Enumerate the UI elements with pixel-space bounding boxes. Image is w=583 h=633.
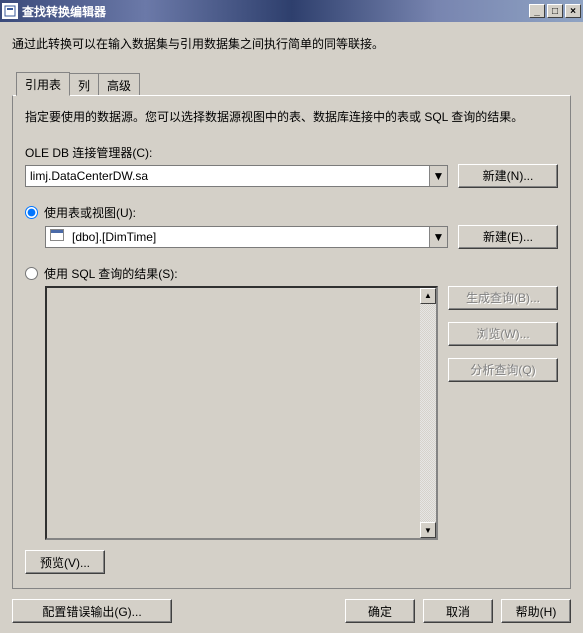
radio-use-sql[interactable]	[25, 267, 38, 280]
build-query-button: 生成查询(B)...	[448, 286, 558, 310]
new-connection-button[interactable]: 新建(N)...	[458, 164, 558, 188]
dialog-footer: 配置错误输出(G)... 确定 取消 帮助(H)	[12, 599, 571, 623]
configure-error-output-button[interactable]: 配置错误输出(G)...	[12, 599, 172, 623]
maximize-button[interactable]: □	[547, 4, 563, 18]
radio-use-sql-label: 使用 SQL 查询的结果(S):	[44, 265, 178, 282]
radio-use-table[interactable]	[25, 206, 38, 219]
dialog-description: 通过此转换可以在输入数据集与引用数据集之间执行简单的同等联接。	[12, 36, 571, 53]
page-intro: 指定要使用的数据源。您可以选择数据源视图中的表、数据库连接中的表或 SQL 查询…	[25, 108, 558, 126]
ok-button[interactable]: 确定	[345, 599, 415, 623]
table-or-view-combo[interactable]: [dbo].[DimTime] ▼	[45, 226, 448, 248]
titlebar: 查找转换编辑器 _ □ ×	[0, 0, 583, 22]
radio-use-table-label: 使用表或视图(U):	[44, 204, 136, 221]
help-button[interactable]: 帮助(H)	[501, 599, 571, 623]
minimize-button[interactable]: _	[529, 4, 545, 18]
browse-button: 浏览(W)...	[448, 322, 558, 346]
dropdown-icon: ▼	[429, 166, 447, 186]
tab-columns[interactable]: 列	[69, 73, 99, 96]
scroll-down-icon: ▼	[420, 522, 436, 538]
close-button[interactable]: ×	[565, 4, 581, 18]
scroll-up-icon: ▲	[420, 288, 436, 304]
preview-button[interactable]: 预览(V)...	[25, 550, 105, 574]
oledb-connection-combo[interactable]: limj.DataCenterDW.sa ▼	[25, 165, 448, 187]
dropdown-icon: ▼	[429, 227, 447, 247]
scrollbar: ▲ ▼	[420, 288, 436, 538]
tab-reference-table[interactable]: 引用表	[16, 72, 70, 96]
cancel-button[interactable]: 取消	[423, 599, 493, 623]
app-icon	[2, 3, 18, 19]
parse-query-button: 分析查询(Q)	[448, 358, 558, 382]
oledb-label: OLE DB 连接管理器(C):	[25, 144, 558, 161]
oledb-connection-value: limj.DataCenterDW.sa	[26, 169, 429, 183]
sql-query-textarea: ▲ ▼	[45, 286, 438, 540]
new-table-button[interactable]: 新建(E)...	[458, 225, 558, 249]
tab-advanced[interactable]: 高级	[98, 73, 140, 96]
tabstrip: 引用表 列 高级	[16, 71, 571, 95]
table-or-view-value: [dbo].[DimTime]	[46, 229, 429, 244]
table-icon	[50, 229, 64, 241]
window-title: 查找转换编辑器	[22, 3, 529, 20]
tab-page-reference: 指定要使用的数据源。您可以选择数据源视图中的表、数据库连接中的表或 SQL 查询…	[12, 95, 571, 589]
